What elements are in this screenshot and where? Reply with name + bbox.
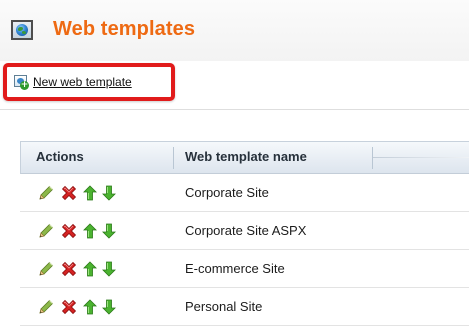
edit-icon[interactable]: [37, 260, 55, 278]
new-document-icon: +: [14, 75, 29, 90]
edit-icon[interactable]: [37, 222, 55, 240]
move-down-icon[interactable]: [102, 184, 116, 202]
column-separator: [173, 147, 174, 169]
grid-header: Actions Web template name: [20, 141, 469, 174]
column-header-name[interactable]: Web template name: [185, 149, 307, 164]
globe-icon: [11, 20, 33, 40]
move-up-icon[interactable]: [83, 298, 97, 316]
row-actions: [37, 183, 116, 203]
table-row: Personal Site: [20, 288, 469, 326]
table-row: Corporate Site ASPX: [20, 212, 469, 250]
move-up-icon[interactable]: [83, 184, 97, 202]
new-web-template-label[interactable]: New web template: [33, 75, 132, 89]
page-title: Web templates: [53, 18, 196, 40]
web-template-name: Corporate Site: [185, 185, 269, 200]
edit-icon[interactable]: [37, 298, 55, 316]
web-template-name: Personal Site: [185, 299, 263, 314]
table-row: Corporate Site: [20, 174, 469, 212]
header-divider: [373, 157, 469, 158]
row-actions: [37, 259, 116, 279]
column-separator: [372, 147, 373, 169]
delete-icon[interactable]: [60, 260, 78, 278]
web-template-name: E-commerce Site: [185, 261, 285, 276]
row-actions: [37, 297, 116, 317]
row-actions: [37, 221, 116, 241]
web-template-name: Corporate Site ASPX: [185, 223, 307, 238]
move-down-icon[interactable]: [102, 260, 116, 278]
page-header: Web templates: [0, 0, 469, 62]
delete-icon[interactable]: [60, 298, 78, 316]
move-down-icon[interactable]: [102, 298, 116, 316]
column-header-actions: Actions: [36, 149, 84, 164]
move-up-icon[interactable]: [83, 260, 97, 278]
move-up-icon[interactable]: [83, 222, 97, 240]
new-web-template-button[interactable]: + New web template: [14, 73, 132, 91]
delete-icon[interactable]: [60, 184, 78, 202]
table-row: E-commerce Site: [20, 250, 469, 288]
edit-icon[interactable]: [37, 184, 55, 202]
delete-icon[interactable]: [60, 222, 78, 240]
move-down-icon[interactable]: [102, 222, 116, 240]
